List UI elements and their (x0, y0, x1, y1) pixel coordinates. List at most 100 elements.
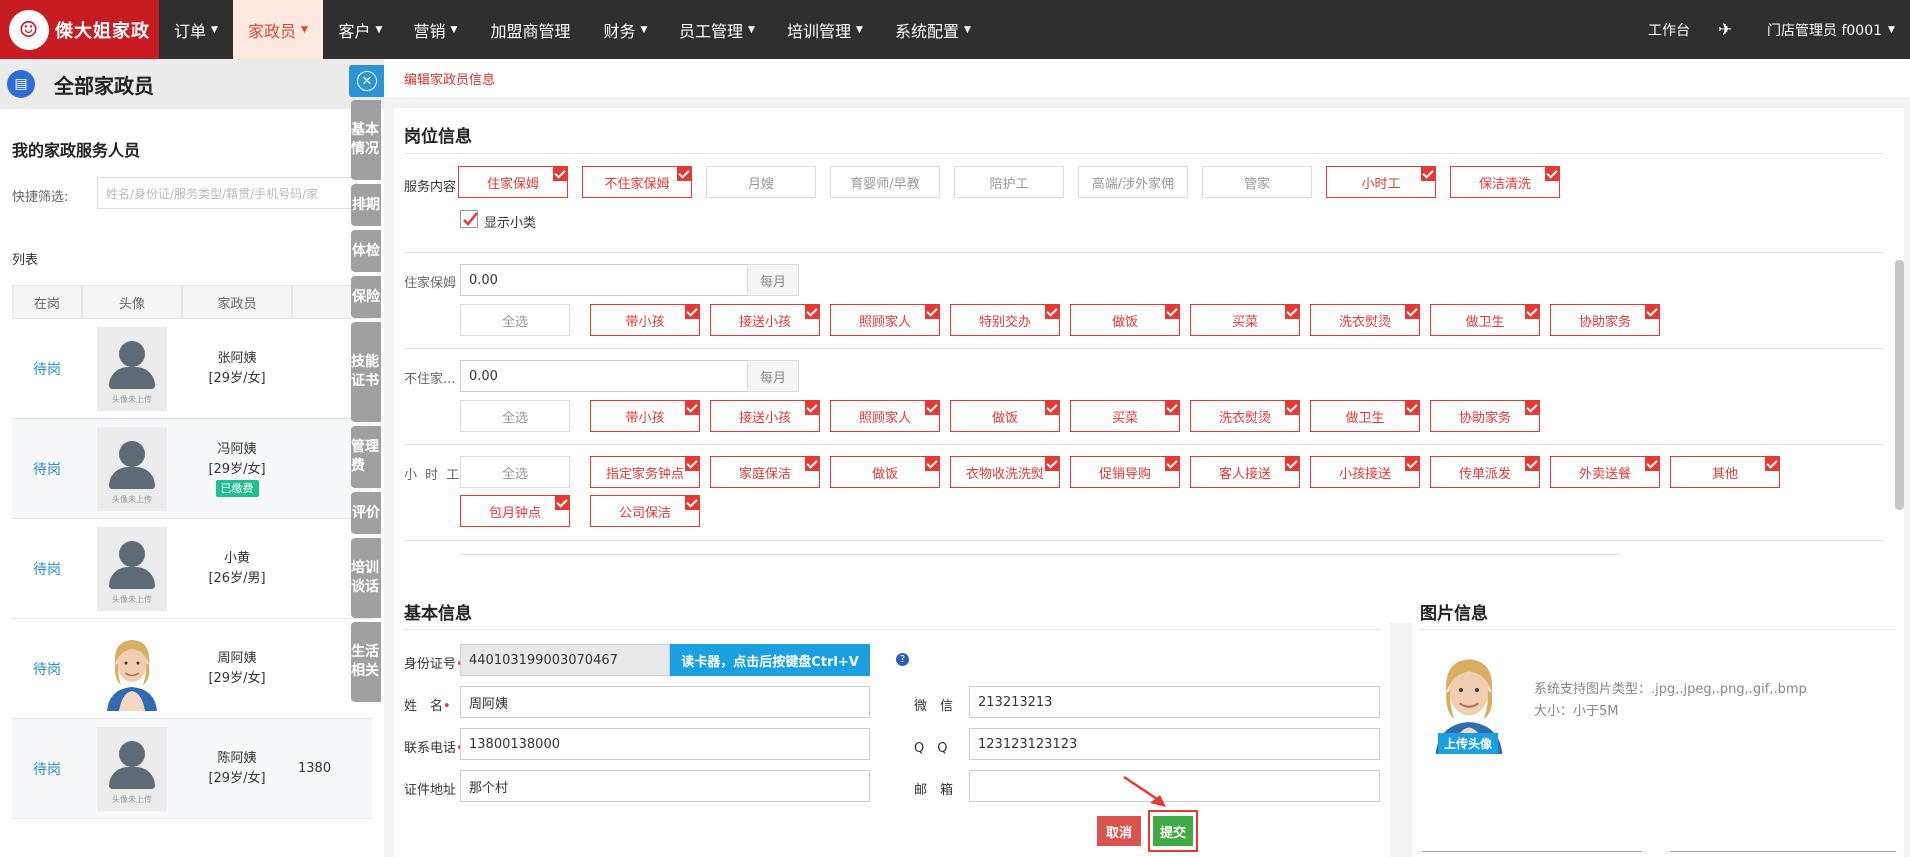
status-link[interactable]: 待岗 (12, 519, 82, 618)
user-menu[interactable]: 门店管理员 f0001 ▼ (1767, 0, 1895, 59)
price-input[interactable]: 0.00 (460, 360, 748, 392)
flag-icon[interactable]: ✈ (1718, 0, 1732, 59)
nav-franchise[interactable]: 加盟商管理 (473, 0, 588, 59)
table-row[interactable]: 待岗 头像未上传 陈阿姨 [29岁/女] 1380 (12, 719, 372, 819)
status-link[interactable]: 待岗 (12, 319, 82, 418)
subitem-checkbox[interactable]: 做卫生 (1430, 304, 1540, 336)
upload-avatar-button[interactable]: 上传头像 (1438, 733, 1499, 754)
quick-filter-input[interactable]: 姓名/身份证/服务类型/籍贯/手机号码/家 (97, 177, 357, 209)
status-link[interactable]: 待岗 (12, 719, 82, 818)
column-header-name[interactable]: 家政员 (182, 285, 292, 319)
table-row[interactable]: 待岗 头像未上传 冯阿姨 [29岁/女] 已缴费 (12, 419, 372, 519)
nav-orders[interactable]: 订单 ▼ (159, 0, 233, 59)
housekeeper-name[interactable]: 周阿姨 (217, 649, 256, 669)
nav-marketing[interactable]: 营销 ▼ (398, 0, 473, 59)
table-row[interactable]: 待岗 头像未上传 张阿姨 [29岁/女] (12, 319, 372, 419)
subitem-checkbox[interactable]: 买菜 (1190, 304, 1300, 336)
help-icon[interactable]: ? (896, 653, 909, 666)
nav-staff[interactable]: 员工管理 ▼ (663, 0, 771, 59)
service-checkbox[interactable]: 住家保姆 (458, 166, 568, 198)
select-all-checkbox[interactable]: 全选 (460, 304, 570, 336)
price-input[interactable]: 0.00 (460, 264, 748, 296)
subitem-checkbox[interactable]: 其他 (1670, 456, 1780, 488)
service-checkbox[interactable]: 陪护工 (954, 166, 1064, 198)
tab-training-talk[interactable]: 培训谈话 (351, 538, 381, 618)
tab-basic[interactable]: 基本情况 (351, 100, 381, 180)
tab-reviews[interactable]: 评价 (351, 492, 381, 534)
subitem-checkbox[interactable]: 做饭 (950, 400, 1060, 432)
status-link[interactable]: 待岗 (12, 419, 82, 518)
subitem-checkbox[interactable]: 指定家务钟点 (590, 456, 700, 488)
subitem-checkbox[interactable]: 促销导购 (1070, 456, 1180, 488)
read-card-button[interactable]: 读卡器，点击后按键盘Ctrl+V (670, 644, 870, 676)
id-number-field[interactable]: 440103199003070467 (460, 644, 670, 676)
subitem-checkbox[interactable]: 传单派发 (1430, 456, 1540, 488)
subitem-checkbox[interactable]: 特别交办 (950, 304, 1060, 336)
status-link[interactable]: 待岗 (12, 619, 82, 718)
service-checkbox[interactable]: 保洁清洗 (1450, 166, 1560, 198)
select-all-checkbox[interactable]: 全选 (460, 400, 570, 432)
service-checkbox[interactable]: 管家 (1202, 166, 1312, 198)
tab-insurance[interactable]: 保险 (351, 276, 381, 318)
subitem-checkbox[interactable]: 买菜 (1070, 400, 1180, 432)
nav-housekeepers[interactable]: 家政员 ▼ (233, 0, 323, 59)
select-all-checkbox[interactable]: 全选 (460, 456, 570, 488)
subitem-checkbox[interactable]: 包月钟点 (460, 495, 570, 527)
housekeeper-name[interactable]: 小黄 (224, 549, 250, 569)
nav-label: 系统配置 (895, 21, 960, 41)
subitem-checkbox[interactable]: 做饭 (1070, 304, 1180, 336)
column-header-status[interactable]: 在岗 (12, 285, 82, 319)
housekeeper-name[interactable]: 张阿姨 (217, 349, 256, 369)
column-header-avatar[interactable]: 头像 (82, 285, 182, 319)
scrollbar[interactable] (1895, 260, 1904, 510)
service-checkbox[interactable]: 小时工 (1326, 166, 1436, 198)
tab-life[interactable]: 生活相关 (351, 622, 381, 702)
subitem-checkbox[interactable]: 协助家务 (1430, 400, 1540, 432)
service-checkbox[interactable]: 高端/涉外家佣 (1078, 166, 1188, 198)
subitem-checkbox[interactable]: 接送小孩 (710, 304, 820, 336)
subitem-checkbox[interactable]: 洗衣熨烫 (1310, 304, 1420, 336)
subitem-checkbox[interactable]: 接送小孩 (710, 400, 820, 432)
tab-certificates[interactable]: 技能证书 (351, 322, 381, 422)
cancel-button[interactable]: 取消 (1097, 816, 1141, 846)
submit-button[interactable]: 提交 (1153, 816, 1193, 846)
subitem-checkbox[interactable]: 带小孩 (590, 304, 700, 336)
service-checkbox[interactable]: 月嫂 (706, 166, 816, 198)
housekeeper-name[interactable]: 冯阿姨 (217, 440, 256, 460)
phone-field[interactable]: 13800138000 (460, 728, 870, 760)
subitem-checkbox[interactable]: 衣物收洗洗熨 (950, 456, 1060, 488)
service-checkbox[interactable]: 不住家保姆 (582, 166, 692, 198)
close-button[interactable]: ✕ (349, 65, 385, 97)
subitem-checkbox[interactable]: 照顾家人 (830, 304, 940, 336)
nav-settings[interactable]: 系统配置 ▼ (879, 0, 987, 59)
subitem-checkbox[interactable]: 家庭保洁 (710, 456, 820, 488)
table-row[interactable]: 待岗 头像未上传 小黄 [26岁/男] (12, 519, 372, 619)
tab-management-fee[interactable]: 管理费 (351, 426, 381, 488)
email-field[interactable] (969, 770, 1380, 802)
brand-logo[interactable]: ☺ 傑大姐家政 (0, 0, 159, 59)
subitem-checkbox[interactable]: 小孩接送 (1310, 456, 1420, 488)
subitem-checkbox[interactable]: 公司保洁 (590, 495, 700, 527)
service-checkbox[interactable]: 育婴师/早教 (830, 166, 940, 198)
qq-field[interactable]: 123123123123 (969, 728, 1380, 760)
name-field[interactable]: 周阿姨 (460, 686, 870, 718)
tab-checkup[interactable]: 体检 (351, 230, 381, 272)
subitem-checkbox[interactable]: 做饭 (830, 456, 940, 488)
nav-training[interactable]: 培训管理 ▼ (771, 0, 879, 59)
housekeeper-name[interactable]: 陈阿姨 (217, 749, 256, 769)
subitem-checkbox[interactable]: 客人接送 (1190, 456, 1300, 488)
wechat-field[interactable]: 213213213 (969, 686, 1380, 718)
table-row[interactable]: 待岗 周阿姨 [29岁/女] (12, 619, 372, 719)
nav-finance[interactable]: 财务 ▼ (588, 0, 663, 59)
subitem-checkbox[interactable]: 做卫生 (1310, 400, 1420, 432)
address-field[interactable]: 那个村 (460, 770, 870, 802)
nav-customers[interactable]: 客户 ▼ (323, 0, 398, 59)
subitem-checkbox[interactable]: 洗衣熨烫 (1190, 400, 1300, 432)
subitem-checkbox[interactable]: 外卖送餐 (1550, 456, 1660, 488)
workbench-link[interactable]: 工作台 (1648, 0, 1690, 59)
show-subcategory-checkbox[interactable] (460, 210, 478, 228)
subitem-checkbox[interactable]: 带小孩 (590, 400, 700, 432)
subitem-checkbox[interactable]: 协助家务 (1550, 304, 1660, 336)
tab-schedule[interactable]: 排期 (351, 184, 381, 226)
subitem-checkbox[interactable]: 照顾家人 (830, 400, 940, 432)
